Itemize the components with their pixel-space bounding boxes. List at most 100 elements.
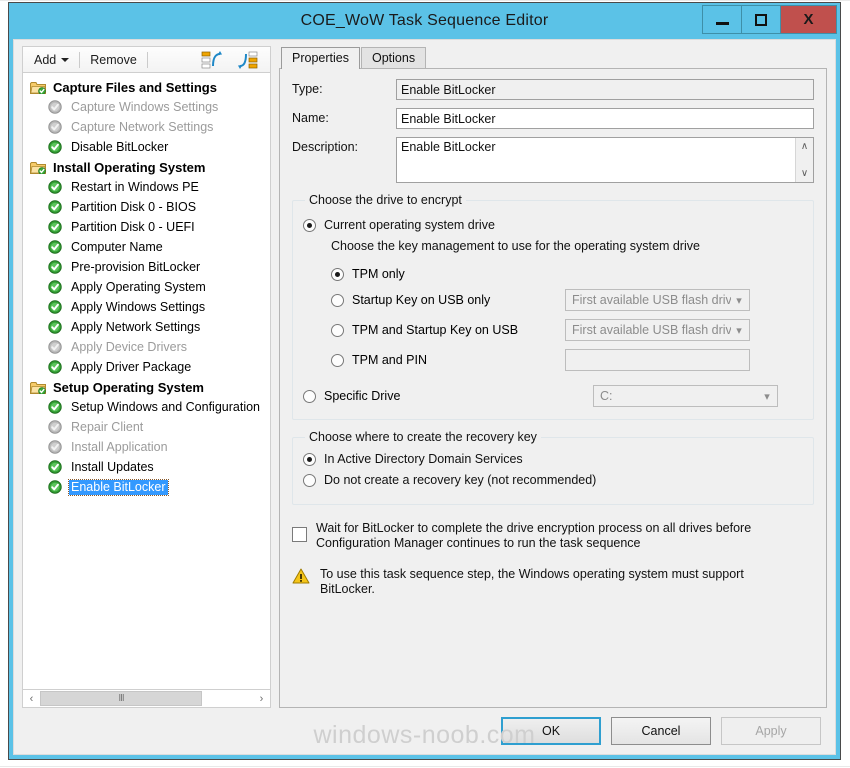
tree-item[interactable]: Pre-provision BitLocker xyxy=(23,257,270,277)
tree-item[interactable]: Repair Client xyxy=(23,417,270,437)
radio-current-os-drive-label: Current operating system drive xyxy=(324,218,495,232)
pin-field[interactable] xyxy=(565,349,750,371)
type-field xyxy=(396,79,814,100)
tree-item-label: Computer Name xyxy=(71,239,163,254)
tree-item[interactable]: Install Application xyxy=(23,437,270,457)
name-row: Name: xyxy=(292,108,814,129)
option-tpm-and-pin[interactable]: TPM and PIN xyxy=(303,349,803,371)
tab-properties[interactable]: Properties xyxy=(281,47,360,69)
scroll-right-button[interactable]: › xyxy=(253,690,270,707)
tree-item[interactable]: Computer Name xyxy=(23,237,270,257)
dialog-footer: OK Cancel Apply xyxy=(14,708,835,754)
move-up-button[interactable] xyxy=(194,48,230,72)
radio-tpm-and-pin-indicator xyxy=(331,353,344,367)
cancel-button[interactable]: Cancel xyxy=(611,717,711,745)
option-specific-drive[interactable]: Specific Drive C: ▾ xyxy=(303,385,803,407)
check-circle-icon xyxy=(47,139,65,155)
tree-item[interactable]: Partition Disk 0 - BIOS xyxy=(23,197,270,217)
toolbar-divider-1 xyxy=(79,51,81,68)
tree-item[interactable]: Disable BitLocker xyxy=(23,137,270,157)
check-circle-icon xyxy=(47,239,65,255)
title-bar[interactable]: COE_WoW Task Sequence Editor X xyxy=(9,3,840,39)
recovery-key-group: Choose where to create the recovery key … xyxy=(292,430,814,505)
option-startup-key-usb[interactable]: Startup Key on USB only First available … xyxy=(303,289,803,311)
tree-horizontal-scrollbar[interactable]: ‹ III › xyxy=(22,690,271,708)
minimize-button[interactable] xyxy=(702,5,742,34)
tree-item[interactable]: Partition Disk 0 - UEFI xyxy=(23,217,270,237)
tree-item[interactable]: Apply Operating System xyxy=(23,277,270,297)
wait-for-bitlocker-checkbox[interactable] xyxy=(292,527,307,542)
description-scrollbar[interactable]: ∧ ∨ xyxy=(795,138,813,182)
window-title: COE_WoW Task Sequence Editor xyxy=(300,12,549,29)
warning-row: To use this task sequence step, the Wind… xyxy=(292,567,814,597)
check-circle-icon xyxy=(47,399,65,415)
tree-item[interactable]: Apply Device Drivers xyxy=(23,337,270,357)
scroll-up-icon[interactable]: ∧ xyxy=(796,138,813,155)
combo-specific-drive[interactable]: C: ▾ xyxy=(593,385,778,407)
maximize-icon xyxy=(755,13,767,26)
tree-item-label: Setup Windows and Configuration xyxy=(71,399,261,414)
check-circle-icon xyxy=(47,179,65,195)
scroll-down-icon[interactable]: ∨ xyxy=(796,165,813,182)
window-controls: X xyxy=(702,5,837,35)
tree-item[interactable]: Apply Network Settings xyxy=(23,317,270,337)
tree-item[interactable]: Apply Windows Settings xyxy=(23,297,270,317)
radio-tpm-only-indicator xyxy=(331,267,344,281)
scroll-thumb[interactable]: III xyxy=(40,691,202,706)
name-field[interactable] xyxy=(396,108,814,129)
tree-item-label: Install Operating System xyxy=(53,159,206,175)
check-circle-icon xyxy=(47,419,65,435)
tree-item-label: Install Updates xyxy=(71,459,154,474)
tree-item[interactable]: Capture Windows Settings xyxy=(23,97,270,117)
tree-item[interactable]: Setup Windows and Configuration xyxy=(23,397,270,417)
move-down-button[interactable] xyxy=(230,48,266,72)
tree-item-label: Apply Operating System xyxy=(71,279,206,294)
tree-item[interactable]: Setup Operating System xyxy=(23,377,270,397)
scroll-track[interactable]: III xyxy=(40,690,253,707)
radio-recovery-none-label: Do not create a recovery key (not recomm… xyxy=(324,473,597,487)
client-area: Add Remove Capture Files and Settings Ca… xyxy=(13,39,836,755)
task-sequence-editor-window: COE_WoW Task Sequence Editor X Add Remov… xyxy=(8,2,841,760)
ok-button[interactable]: OK xyxy=(501,717,601,745)
scroll-left-button[interactable]: ‹ xyxy=(23,690,40,707)
radio-startup-key-usb-label: Startup Key on USB only xyxy=(352,293,491,307)
tree-item[interactable]: Install Updates xyxy=(23,457,270,477)
description-field[interactable] xyxy=(397,138,795,182)
combo-startup-key-usb[interactable]: First available USB flash driv ▾ xyxy=(565,289,750,311)
check-circle-icon xyxy=(47,279,65,295)
tree-item[interactable]: Capture Network Settings xyxy=(23,117,270,137)
radio-recovery-none[interactable]: Do not create a recovery key (not recomm… xyxy=(303,473,803,487)
check-circle-icon xyxy=(47,259,65,275)
recovery-key-legend: Choose where to create the recovery key xyxy=(309,430,537,444)
maximize-button[interactable] xyxy=(741,5,781,34)
option-tpm-and-startup-key[interactable]: TPM and Startup Key on USB First availab… xyxy=(303,319,803,341)
warning-text: To use this task sequence step, the Wind… xyxy=(320,567,744,597)
close-button[interactable]: X xyxy=(780,5,837,34)
apply-button: Apply xyxy=(721,717,821,745)
tree-item-label: Enable BitLocker xyxy=(68,478,169,496)
tree-item[interactable]: Capture Files and Settings xyxy=(23,77,270,97)
check-circle-icon xyxy=(47,339,65,355)
option-tpm-only[interactable]: TPM only xyxy=(303,267,803,281)
drive-group: Choose the drive to encrypt Current oper… xyxy=(292,193,814,420)
add-label: Add xyxy=(34,52,57,67)
combo-tpm-and-startup-key[interactable]: First available USB flash driv ▾ xyxy=(565,319,750,341)
tree-item[interactable]: Install Operating System xyxy=(23,157,270,177)
radio-recovery-none-indicator xyxy=(303,473,316,487)
add-button[interactable]: Add xyxy=(27,51,76,69)
chevron-down-icon: ▾ xyxy=(764,390,770,403)
wait-for-bitlocker-checkbox-row[interactable]: Wait for BitLocker to complete the drive… xyxy=(292,521,814,551)
tree-item-label: Apply Windows Settings xyxy=(71,299,206,314)
radio-current-os-drive[interactable]: Current operating system drive xyxy=(303,218,803,232)
radio-recovery-ad-dsmode[interactable]: In Active Directory Domain Services xyxy=(303,452,803,466)
tab-options[interactable]: Options xyxy=(360,47,427,68)
task-sequence-tree[interactable]: Capture Files and Settings Capture Window… xyxy=(22,72,271,690)
tree-item[interactable]: Restart in Windows PE xyxy=(23,177,270,197)
tree-item-label: Apply Driver Package xyxy=(71,359,192,374)
tree-item-label: Disable BitLocker xyxy=(71,139,169,154)
tree-item[interactable]: Apply Driver Package xyxy=(23,357,270,377)
tree-item[interactable]: Enable BitLocker xyxy=(23,477,270,497)
radio-recovery-ad-label: In Active Directory Domain Services xyxy=(324,452,523,466)
remove-button[interactable]: Remove xyxy=(83,51,144,69)
check-circle-icon xyxy=(47,459,65,475)
